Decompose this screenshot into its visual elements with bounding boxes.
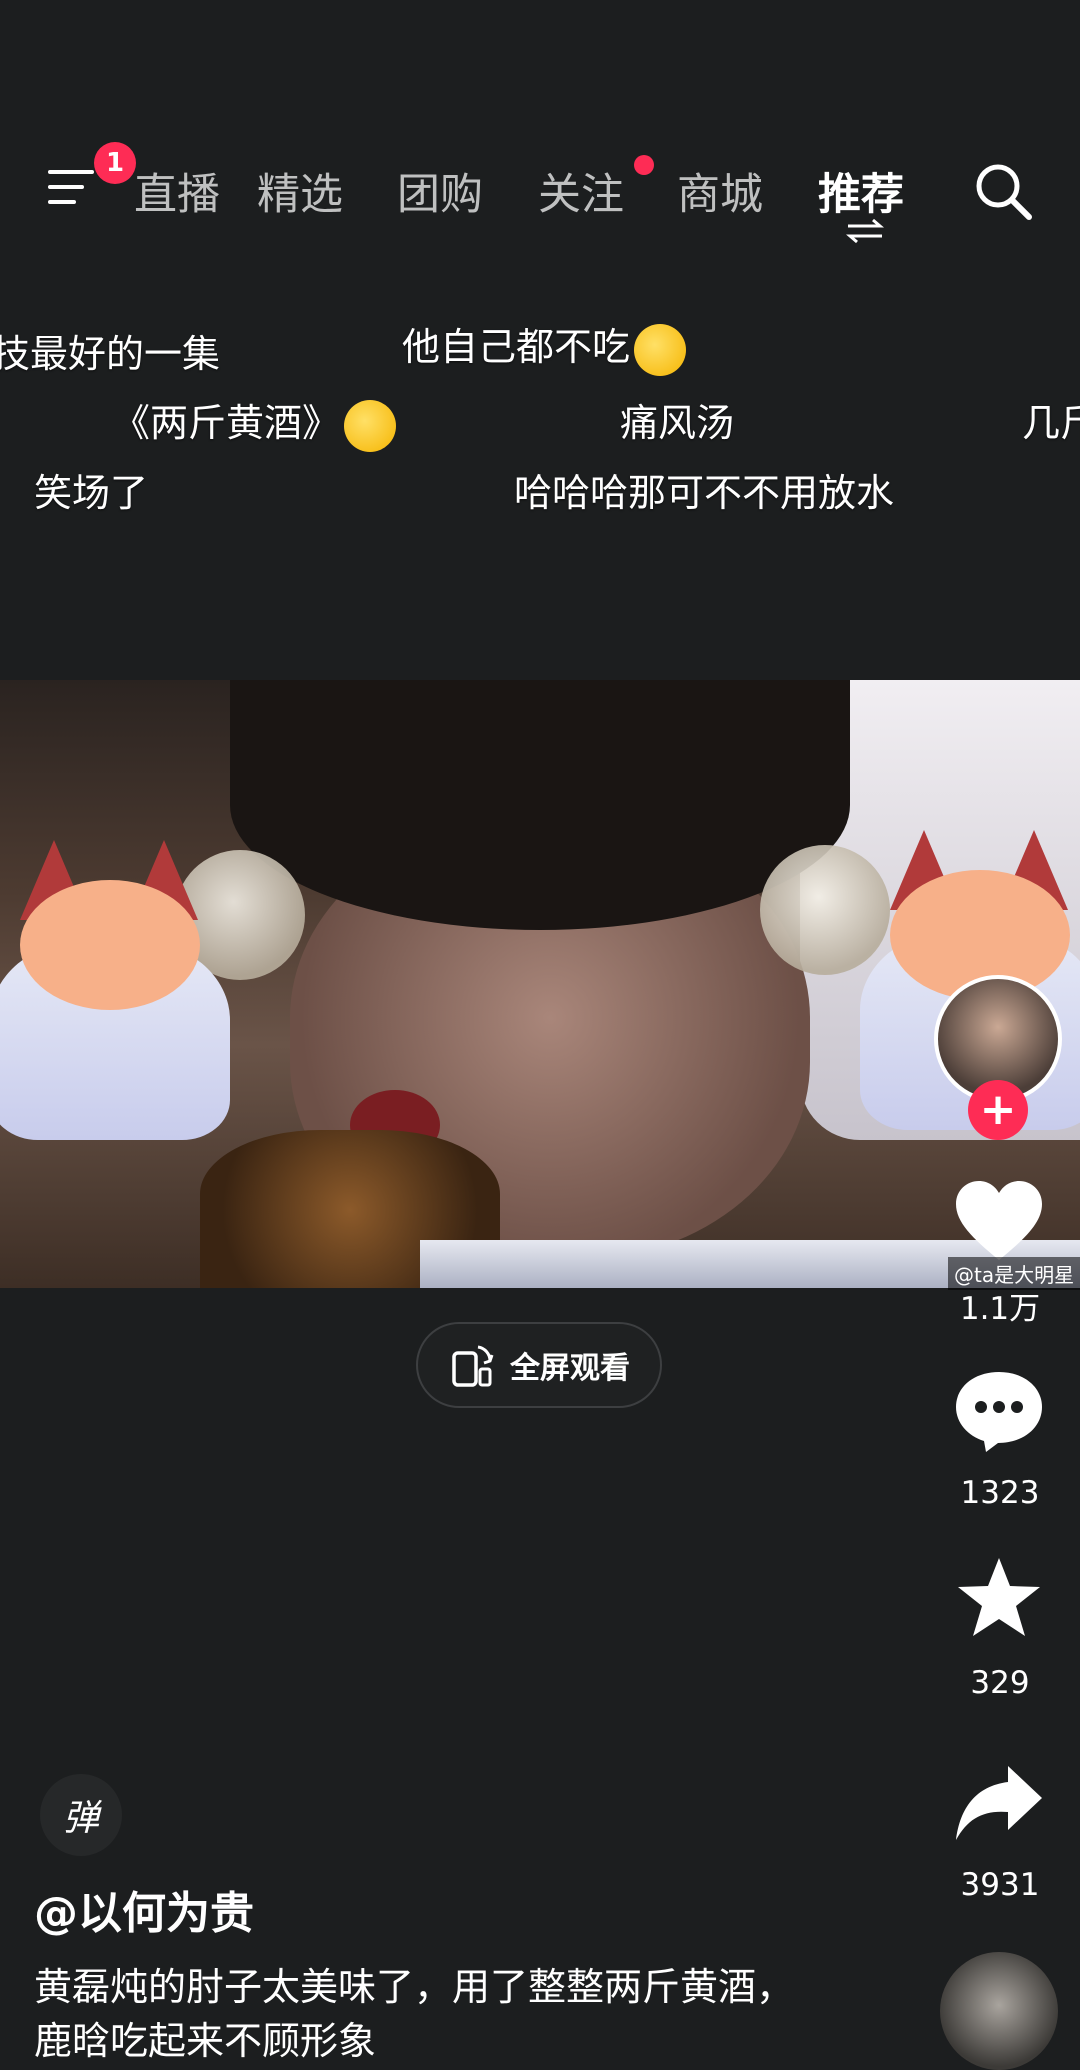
share-count: 3931 <box>960 1867 1040 1903</box>
danmaku-comment: 哈哈哈那可不不用放水 <box>514 471 895 515</box>
shocked-emoji-icon <box>344 399 397 452</box>
danmaku-comment: 笑场了 <box>34 471 149 515</box>
danmaku-comment: 技最好的一集 <box>0 332 221 376</box>
menu-notification-badge: 1 <box>94 142 136 184</box>
music-disc-avatar[interactable] <box>940 1952 1058 2070</box>
tab-group-buy[interactable]: 团购 <box>397 160 483 222</box>
danmaku-comment: 他自己都不吃 <box>402 316 687 376</box>
fullscreen-label: 全屏观看 <box>510 1351 630 1386</box>
video-player[interactable] <box>0 680 1080 1288</box>
tab-recommended[interactable]: 推荐 <box>818 160 904 222</box>
star-icon[interactable] <box>952 1556 1046 1642</box>
tab-mall[interactable]: 商城 <box>677 160 763 222</box>
share-icon[interactable] <box>952 1760 1046 1846</box>
tab-live[interactable]: 直播 <box>134 160 220 222</box>
author-name[interactable]: @以何为贵 <box>34 1877 254 1941</box>
video-hair <box>230 680 850 930</box>
tab-following[interactable]: 关注 <box>538 160 624 222</box>
danmaku-text: 《两斤黄酒》 <box>112 401 341 445</box>
follow-plus-button[interactable]: + <box>968 1080 1028 1140</box>
video-description: 黄磊炖的肘子太美味了，用了整整两斤黄酒，鹿晗吃起来不顾形象 <box>34 1965 795 2063</box>
danmaku-text: 他自己都不吃 <box>402 325 631 369</box>
danmaku-comment: 《两斤黄酒》 <box>112 392 397 452</box>
like-count: 1.1万 <box>959 1291 1041 1327</box>
favorite-count: 329 <box>970 1665 1030 1701</box>
rotate-screen-icon <box>452 1345 494 1387</box>
search-icon[interactable] <box>972 160 1034 222</box>
danmaku-comment: 痛风汤 <box>620 401 735 445</box>
heart-icon[interactable] <box>952 1178 1046 1264</box>
comment-icon[interactable] <box>952 1368 1046 1454</box>
tab-featured[interactable]: 精选 <box>257 160 343 222</box>
following-dot-badge <box>634 155 654 175</box>
switch-icon <box>846 218 884 244</box>
laughing-emoji-icon <box>634 323 687 376</box>
menu-icon[interactable] <box>48 168 94 206</box>
danmaku-toggle-button[interactable]: 弹 <box>40 1774 122 1856</box>
fullscreen-button[interactable]: 全屏观看 <box>416 1322 662 1408</box>
fox-sticker <box>0 840 240 1140</box>
comment-count: 1323 <box>960 1475 1040 1511</box>
danmaku-comment: 几斤 <box>1022 401 1080 445</box>
